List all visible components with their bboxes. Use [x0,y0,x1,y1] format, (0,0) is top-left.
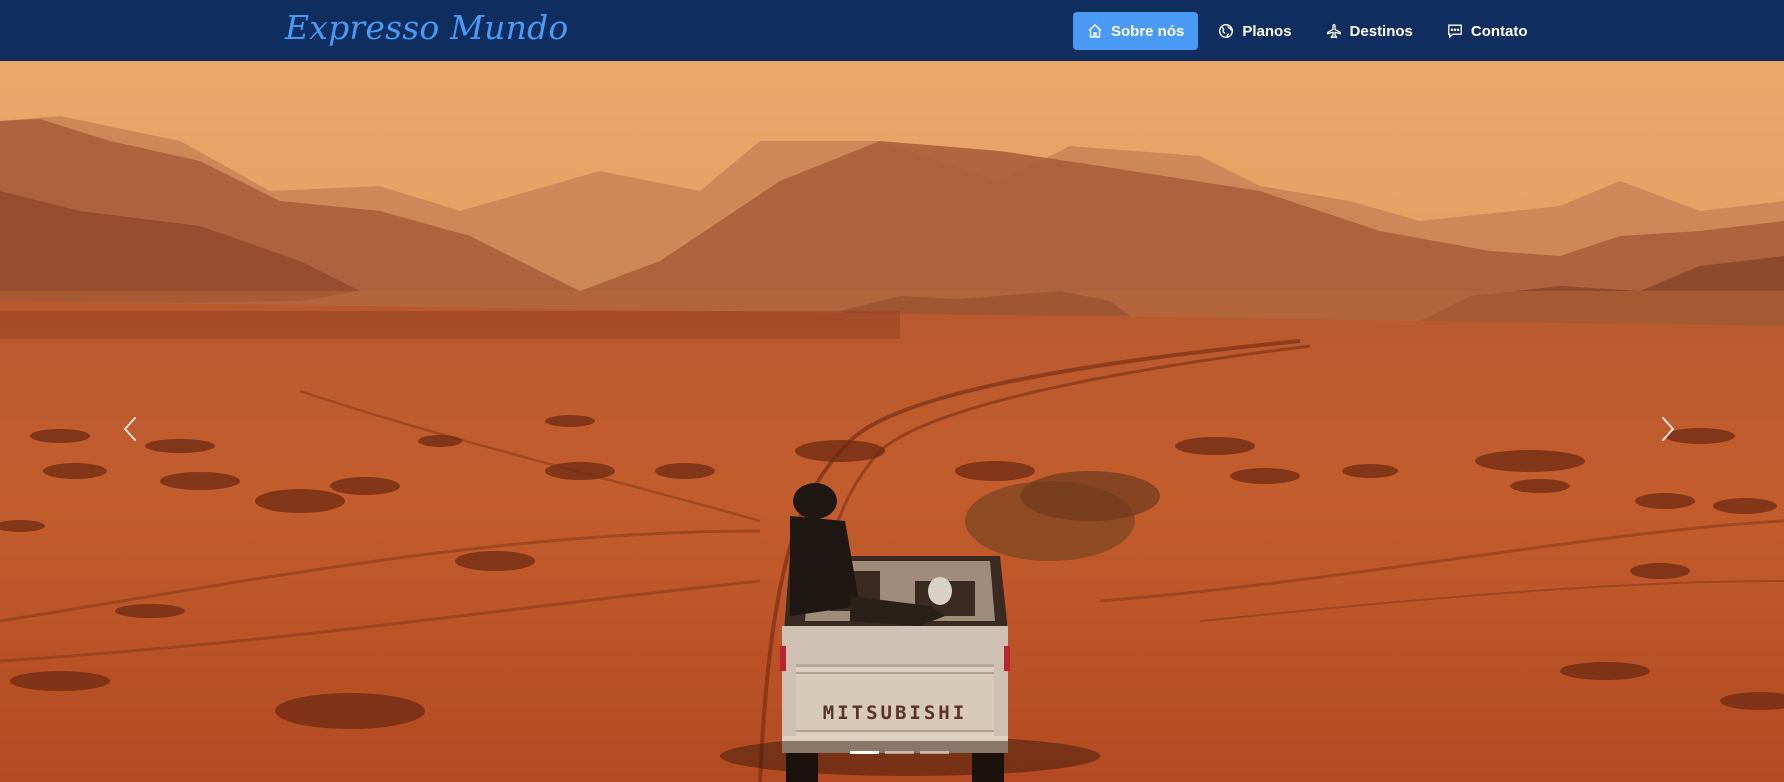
carousel-indicator-2[interactable] [885,751,914,754]
navbar: Expresso Mundo Sobre nós Planos Destinos… [0,0,1784,61]
globe-icon [1218,23,1234,39]
carousel-prev-button[interactable] [110,401,150,461]
carousel-indicators [850,751,949,754]
nav-label: Destinos [1349,22,1413,40]
nav-item-contato[interactable]: Contato [1433,12,1542,50]
chevron-left-icon [121,415,139,448]
brand-logo[interactable]: Expresso Mundo [285,8,568,47]
carousel-next-button[interactable] [1648,401,1688,461]
hero-carousel: MITSUBISHI [0,61,1784,782]
nav-label: Sobre nós [1111,22,1185,40]
main-nav: Sobre nós Planos Destinos Contato [1073,12,1542,50]
home-icon [1087,23,1103,39]
nav-item-sobre-nos[interactable]: Sobre nós [1073,12,1199,50]
truck-tailgate-text: MITSUBISHI [823,702,967,724]
chevron-right-icon [1659,415,1677,448]
carousel-indicator-1[interactable] [850,751,879,754]
nav-label: Contato [1470,22,1528,40]
desert-hero-image: MITSUBISHI [0,61,1784,782]
nav-item-planos[interactable]: Planos [1204,12,1305,50]
carousel-indicator-3[interactable] [920,751,949,754]
nav-item-destinos[interactable]: Destinos [1312,12,1427,50]
chat-icon [1447,23,1463,39]
nav-label: Planos [1242,22,1292,40]
airplane-icon [1326,23,1342,39]
